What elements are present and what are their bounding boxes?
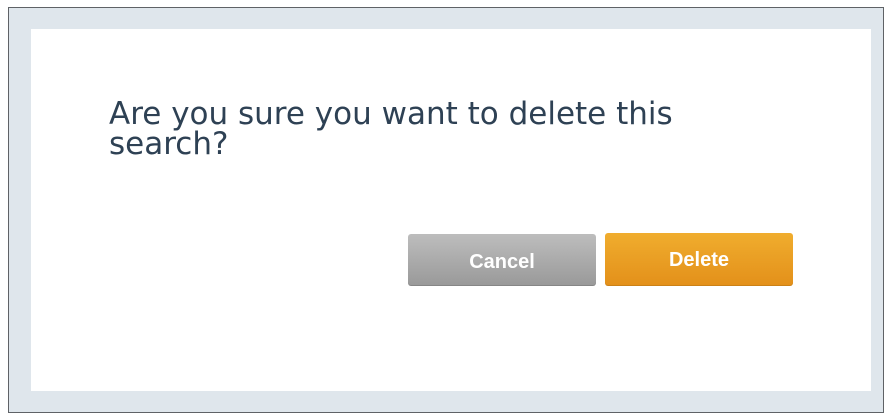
- dialog-message: Are you sure you want to delete this sea…: [109, 96, 673, 162]
- delete-button[interactable]: Delete: [605, 233, 793, 286]
- delete-search-dialog: Are you sure you want to delete this sea…: [31, 29, 871, 391]
- cancel-button[interactable]: Cancel: [408, 234, 596, 286]
- dialog-frame: Are you sure you want to delete this sea…: [8, 7, 884, 413]
